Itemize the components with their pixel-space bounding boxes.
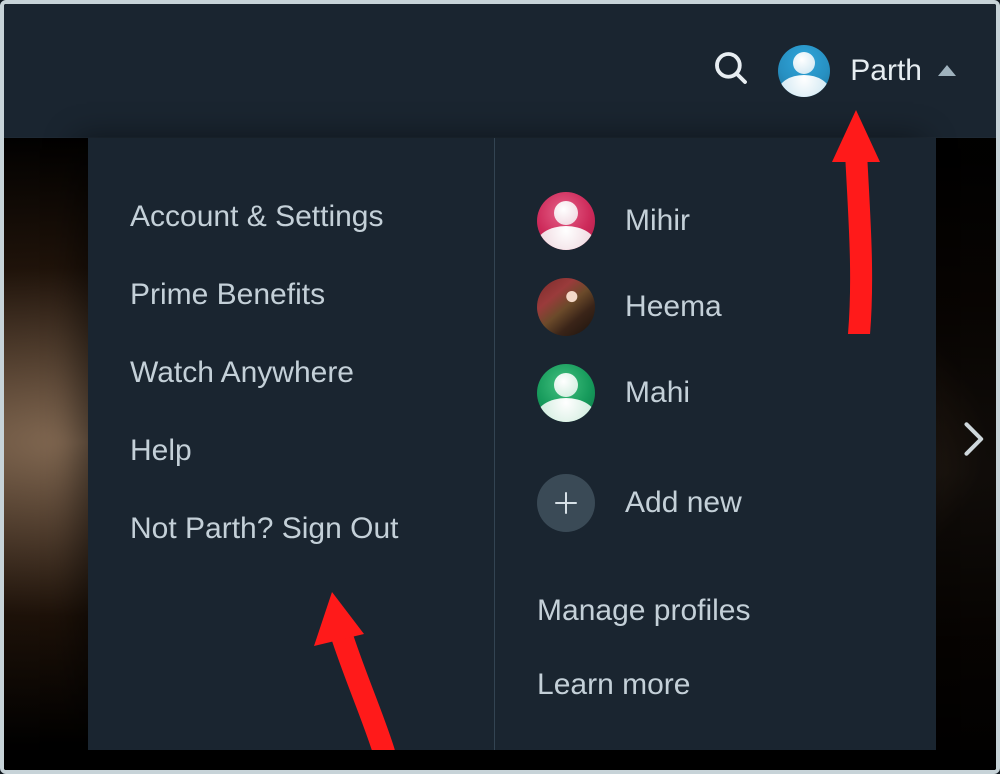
profile-name: Mahi	[625, 376, 690, 410]
account-menu-column: Account & Settings Prime Benefits Watch …	[88, 138, 495, 770]
caret-up-icon	[938, 65, 956, 76]
learn-more-link[interactable]: Learn more	[537, 648, 894, 722]
bottom-strip	[4, 750, 996, 770]
menu-help[interactable]: Help	[130, 412, 452, 490]
profile-name: Heema	[625, 290, 722, 324]
profile-row[interactable]: Heema	[537, 264, 894, 350]
profile-avatar-icon	[537, 192, 595, 250]
profiles-column: Mihir Heema Mahi Add new Man	[495, 138, 936, 770]
menu-watch-anywhere[interactable]: Watch Anywhere	[130, 334, 452, 412]
manage-profiles-link[interactable]: Manage profiles	[537, 574, 894, 648]
add-profile-label: Add new	[625, 486, 742, 520]
profile-name: Mihir	[625, 204, 690, 238]
search-icon[interactable]	[710, 47, 752, 94]
current-user-name: Parth	[850, 54, 922, 88]
header-bar: Parth	[4, 4, 996, 138]
app-frame: Parth Account & Settings Prime Benefits …	[0, 0, 1000, 774]
carousel-next-button[interactable]	[942, 409, 1000, 469]
profile-row[interactable]: Mihir	[537, 178, 894, 264]
current-user-avatar	[778, 45, 830, 97]
menu-sign-out[interactable]: Not Parth? Sign Out	[130, 490, 452, 568]
menu-prime-benefits[interactable]: Prime Benefits	[130, 256, 452, 334]
add-profile-row[interactable]: Add new	[537, 460, 894, 546]
profile-avatar-photo	[537, 278, 595, 336]
profile-row[interactable]: Mahi	[537, 350, 894, 436]
profile-menu-trigger[interactable]: Parth	[778, 45, 956, 97]
menu-account-settings[interactable]: Account & Settings	[130, 178, 452, 256]
profile-avatar-icon	[537, 364, 595, 422]
plus-icon	[537, 474, 595, 532]
account-dropdown: Account & Settings Prime Benefits Watch …	[88, 138, 936, 770]
